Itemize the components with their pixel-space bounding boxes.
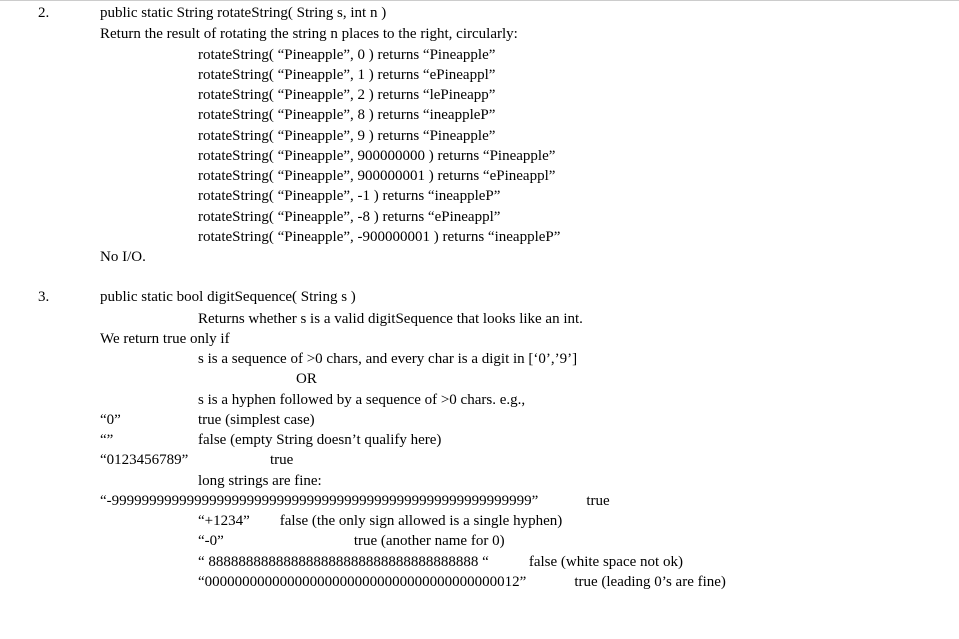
example-line: rotateString( “Pineapple”, -8 ) returns … bbox=[100, 207, 959, 227]
problem-3: 3. public static bool digitSequence( Str… bbox=[0, 287, 959, 592]
example-input: “+1234” bbox=[198, 513, 250, 529]
example-result: true (simplest case) bbox=[198, 410, 315, 430]
example-row: “” false (empty String doesn’t qualify h… bbox=[100, 430, 959, 450]
example-line: rotateString( “Pineapple”, -1 ) returns … bbox=[100, 186, 959, 206]
example-result: true bbox=[586, 493, 609, 509]
example-input: “0123456789” bbox=[100, 450, 270, 470]
description: Returns whether s is a valid digitSequen… bbox=[100, 309, 959, 329]
example-line: rotateString( “Pineapple”, 1 ) returns “… bbox=[100, 65, 959, 85]
example-result: true (leading 0’s are fine) bbox=[574, 574, 726, 590]
example-input: “-0” bbox=[198, 533, 224, 549]
example-row: “ 888888888888888888888888888888888888 “… bbox=[100, 552, 959, 572]
example-input: “000000000000000000000000000000000000000… bbox=[198, 574, 526, 590]
problem-number: 2. bbox=[0, 3, 100, 267]
example-row: “-99999999999999999999999999999999999999… bbox=[100, 491, 959, 511]
example-line: rotateString( “Pineapple”, -900000001 ) … bbox=[100, 227, 959, 247]
example-result: true (another name for 0) bbox=[354, 533, 505, 549]
or-separator: OR bbox=[100, 369, 959, 389]
example-input: “-99999999999999999999999999999999999999… bbox=[100, 493, 538, 509]
problem-2: 2. public static String rotateString( St… bbox=[0, 3, 959, 267]
example-row: “-0” true (another name for 0) bbox=[100, 531, 959, 551]
example-input: “0” bbox=[100, 410, 198, 430]
example-row: “000000000000000000000000000000000000000… bbox=[100, 572, 959, 592]
example-line: rotateString( “Pineapple”, 2 ) returns “… bbox=[100, 85, 959, 105]
example-line: rotateString( “Pineapple”, 9 ) returns “… bbox=[100, 126, 959, 146]
method-signature: public static String rotateString( Strin… bbox=[100, 3, 959, 23]
method-signature: public static bool digitSequence( String… bbox=[100, 287, 959, 307]
intro: We return true only if bbox=[100, 329, 959, 349]
example-result: false (white space not ok) bbox=[529, 554, 683, 570]
rule: s is a hyphen followed by a sequence of … bbox=[100, 390, 959, 410]
example-row: “0123456789” true bbox=[100, 450, 959, 470]
note: No I/O. bbox=[100, 247, 959, 267]
example-line: rotateString( “Pineapple”, 8 ) returns “… bbox=[100, 105, 959, 125]
example-row: “0” true (simplest case) bbox=[100, 410, 959, 430]
problem-content: public static bool digitSequence( String… bbox=[100, 287, 959, 592]
note: long strings are fine: bbox=[100, 471, 959, 491]
problem-number: 3. bbox=[0, 287, 100, 592]
example-line: rotateString( “Pineapple”, 900000000 ) r… bbox=[100, 146, 959, 166]
example-result: false (the only sign allowed is a single… bbox=[280, 513, 562, 529]
example-input: “” bbox=[100, 430, 198, 450]
example-result: true bbox=[270, 450, 293, 470]
example-row: “+1234” false (the only sign allowed is a… bbox=[100, 511, 959, 531]
example-line: rotateString( “Pineapple”, 0 ) returns “… bbox=[100, 45, 959, 65]
description: Return the result of rotating the string… bbox=[100, 24, 959, 44]
problem-content: public static String rotateString( Strin… bbox=[100, 3, 959, 267]
example-input: “ 888888888888888888888888888888888888 “ bbox=[198, 554, 489, 570]
rule: s is a sequence of >0 chars, and every c… bbox=[100, 349, 959, 369]
example-line: rotateString( “Pineapple”, 900000001 ) r… bbox=[100, 166, 959, 186]
example-result: false (empty String doesn’t qualify here… bbox=[198, 430, 441, 450]
